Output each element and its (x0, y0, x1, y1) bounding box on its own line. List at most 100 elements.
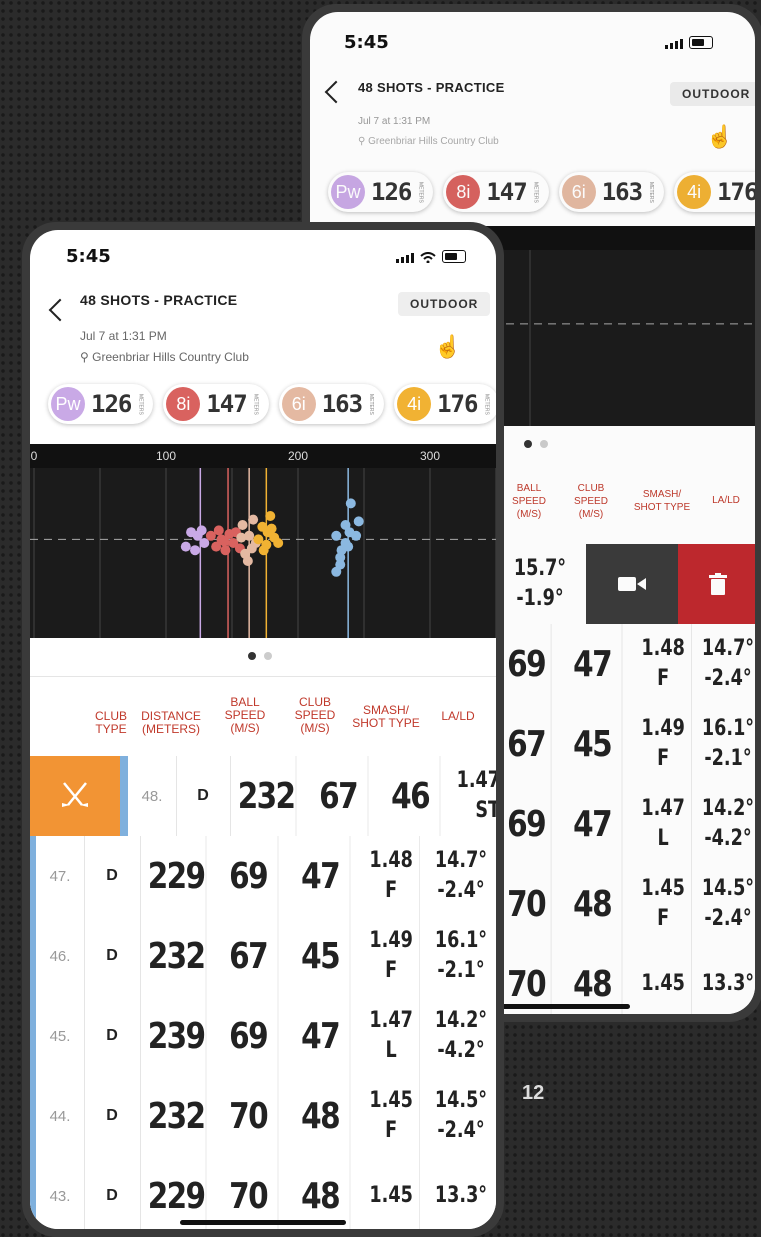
club-speed-cell: 47 (291, 836, 351, 916)
location-text: Greenbriar Hills Country Club (368, 136, 499, 147)
outdoor-badge[interactable]: OUTDOOR (670, 82, 755, 106)
club-badge: 8i (166, 387, 201, 421)
swing-action-button[interactable] (30, 756, 120, 836)
club-chip-6i[interactable]: 6i 163 METERS (558, 172, 665, 212)
la-ld-cell: 14.5° -2.4° (433, 1076, 489, 1156)
distance-cell: 239 (147, 996, 207, 1076)
dispersion-chart: 0 100 200 300 (30, 444, 496, 638)
la-ld-cell: 14.2° -4.2° (433, 996, 489, 1076)
club-speed-cell: 47 (291, 996, 351, 1076)
col-distance: DISTANCE (METERS) (141, 709, 201, 736)
back-chevron-icon[interactable] (324, 80, 348, 104)
distance-value: 232 (147, 1095, 206, 1137)
back-chevron-icon[interactable] (48, 298, 72, 322)
club-speed-value: 48 (573, 883, 612, 925)
shot-type-value: F (385, 958, 398, 983)
club-unit: METERS (417, 181, 424, 203)
club-avg-distance: 126 (91, 390, 132, 418)
club-unit: METERS (648, 181, 655, 203)
la-ld-cell: 14.2° -4.2° (702, 784, 754, 864)
distance-value: 229 (147, 855, 206, 897)
back-col-club-speed: CLUB SPEED (M/S) (574, 483, 608, 520)
table-row-highlighted[interactable]: 48. D 232 67 46 1.47 ST (30, 756, 496, 837)
club-avg-distance: 176 (437, 390, 478, 418)
table-row[interactable]: 46. D 232 67 45 1.49 F 16.1° -2.1° (30, 916, 496, 997)
club-speed-value: 48 (301, 1175, 340, 1217)
club-chip-8i[interactable]: 8i 147 METERS (443, 172, 549, 212)
shot-type-value: ST (475, 798, 496, 823)
club-speed-cell: 48 (563, 864, 623, 944)
club-type-cell: D (84, 916, 141, 996)
table-row[interactable]: 44. D 232 70 48 1.45 F 14.5° -2.4° (30, 1076, 496, 1157)
smash-shot-cell: 1.45 (363, 1156, 420, 1229)
table-row[interactable]: 43. D 229 70 48 1.45 13.3° (30, 1156, 496, 1229)
club-badge: 4i (677, 175, 712, 209)
club-avg-distance: 176 (717, 178, 755, 206)
club-avg-distance: 147 (206, 390, 247, 418)
club-speed-cell: 47 (563, 624, 623, 704)
page-dot (540, 440, 548, 448)
shot-type-value: F (385, 878, 398, 903)
status-time: 5:45 (344, 32, 389, 53)
page-dot[interactable] (248, 652, 256, 660)
ld-value: -2.1° (437, 958, 485, 983)
ball-speed-value: 67 (229, 935, 268, 977)
tap-gesture-icon[interactable]: ☝ (434, 334, 461, 360)
ld-value: -2.4° (704, 906, 752, 931)
distance-value: 229 (147, 1175, 206, 1217)
shot-number-text: 47. (49, 867, 71, 885)
club-type-cell: D (84, 996, 141, 1076)
ball-speed-cell: 67 (219, 916, 279, 996)
back-swiped-lald: 15.7° -1.9° (508, 544, 572, 624)
ld-value: -2.4° (437, 1118, 485, 1143)
club-speed-cell: 46 (381, 756, 441, 836)
smash-shot-cell: 1.48 F (363, 836, 420, 916)
club-chip-8i[interactable]: 8i 147 METERS (163, 384, 269, 424)
la-value: 14.5° (701, 876, 755, 901)
club-chip-pw[interactable]: Pw 126 METERS (48, 384, 154, 424)
ball-speed-cell: 69 (219, 996, 279, 1076)
club-chip-4i[interactable]: 4i176METERS (394, 384, 496, 424)
shot-number-text: 46. (49, 947, 71, 965)
la-value: 14.5° (434, 1088, 488, 1113)
session-title: 48 SHOTS - PRACTICE (358, 80, 505, 95)
ball-speed-value: 70 (229, 1175, 268, 1217)
la-ld-cell: 16.1° -2.1° (433, 916, 489, 996)
smash-shot-cell: 1.49 F (363, 916, 420, 996)
table-row[interactable]: 45. D 239 69 47 1.47 L 14.2° -4.2° (30, 996, 496, 1077)
shot-point-8i (220, 545, 231, 556)
distance-cell: 232 (147, 916, 207, 996)
delete-button[interactable] (678, 544, 755, 624)
la-ld-cell: 13.3° (702, 944, 754, 1014)
col-club-speed: CLUB SPEED (M/S) (294, 695, 336, 735)
page-dots (248, 652, 272, 660)
table-row[interactable]: 47. D 229 69 47 1.48 F 14.7° -2.4° (30, 836, 496, 917)
shot-point-d (351, 530, 362, 541)
club-type-cell: D (84, 836, 141, 916)
club-avg-distance: 163 (321, 390, 363, 418)
shot-type-value: L (385, 1038, 397, 1063)
club-chip-pw[interactable]: Pw 126 METERS (328, 172, 434, 212)
location-pin-icon: ⚲ (358, 136, 366, 147)
table-divider (30, 676, 496, 677)
club-speed-value: 47 (301, 1015, 340, 1057)
session-location: ⚲ Greenbriar Hills Country Club (80, 350, 249, 364)
location-pin-icon: ⚲ (80, 350, 89, 364)
row-accent-bar (120, 756, 128, 836)
tap-gesture-icon[interactable]: ☝ (706, 124, 733, 150)
shot-point-pw (180, 541, 191, 552)
outdoor-badge[interactable]: OUTDOOR (398, 292, 491, 316)
video-button[interactable] (586, 544, 678, 624)
smash-value: 1.49 (369, 928, 413, 953)
club-chip-6i[interactable]: 6i 163 METERS (278, 384, 385, 424)
smash-shot-cell: 1.47 L (635, 784, 692, 864)
club-speed-value: 48 (301, 1095, 340, 1137)
back-col-lald: LA/LD (712, 495, 740, 506)
x-tick-label: 100 (156, 449, 176, 463)
club-chip-4i[interactable]: 4i176METERS (674, 172, 755, 212)
shot-point-6i (248, 514, 259, 525)
club-speed-cell: 45 (291, 916, 351, 996)
club-unit: METERS (483, 393, 490, 415)
distance-cell: 232 (147, 1076, 207, 1156)
page-dot[interactable] (264, 652, 272, 660)
